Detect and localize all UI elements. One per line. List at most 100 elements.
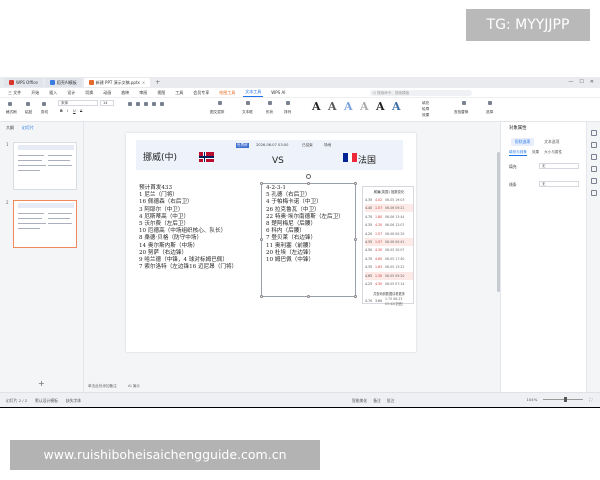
resize-handle[interactable] [260,238,263,241]
format-painter-icon[interactable] [8,102,12,106]
animation-icon[interactable] [591,154,597,160]
norway-flag-icon [199,152,214,162]
find-replace-icon[interactable] [462,101,466,105]
menu-view[interactable]: 视图 [155,89,167,97]
versus-label: VS [272,156,284,166]
current-slide[interactable]: 世界杯 2026-06-07 03:00 已结束 场地 挪威(中) VS 法国 … [126,133,416,352]
match-time: 2026-06-07 03:00 [256,143,289,147]
underline-button[interactable]: U [73,109,76,113]
justify-icon[interactable] [152,102,156,106]
smart-beautify-button[interactable]: 智能美化 [352,398,367,404]
fill-select[interactable]: 无 [539,163,579,169]
properties-icon[interactable] [591,130,597,136]
select-icon[interactable] [488,101,492,105]
cut-label: 剪切 [41,110,49,114]
menu-design[interactable]: 设计 [65,89,77,97]
resize-handle[interactable] [260,182,263,185]
menu-member[interactable]: 会员专享 [191,89,211,97]
share-icon[interactable] [591,178,597,184]
menu-home[interactable]: 开始 [29,89,41,97]
menu-wps-ai[interactable]: WPS AI [269,89,287,96]
line-select[interactable]: 无 [539,181,579,187]
more-icon[interactable] [591,190,597,196]
bold-button[interactable]: B [60,109,63,113]
zoom-slider[interactable] [543,397,584,402]
paste-icon[interactable] [26,102,30,106]
effect-subtab[interactable]: 效果 [532,150,539,156]
menu-animation[interactable]: 动画 [101,89,113,97]
design-icon[interactable] [591,142,597,148]
slide-thumbnail-1[interactable] [13,142,77,190]
new-tab-button[interactable]: + [152,79,163,86]
fit-window-icon[interactable]: ⛶ [589,397,592,402]
menu-drawing-tools[interactable]: 绘图工具 [217,89,237,97]
align-left-icon[interactable] [128,102,132,106]
textbox-label: 文本框 [242,110,253,114]
shape-options-tab[interactable]: 形状选项 [511,138,535,146]
size-props-subtab[interactable]: 大小与属性 [544,150,562,156]
align-right-icon[interactable] [144,102,148,106]
notes-placeholder[interactable]: 单击此处添加备注 [88,384,117,389]
odds-table-image[interactable]: 威廉(英国) 指数变化 4.35 4.02 06-05 19:03 4.40 1.57 0… [362,186,414,306]
image-text-icon[interactable] [218,101,222,105]
resize-handle[interactable] [354,295,357,298]
theme-name[interactable]: 默认设计模板 [35,398,58,404]
home-lineup-textbox[interactable]: 预计首发433 1 尼兰（门将） 16 佩德森（右后卫） 3 阿耶尔（中卫） 4… [139,185,259,271]
zoom-slider-thumb[interactable] [563,397,567,402]
line-spacing-icon[interactable] [160,102,164,106]
rotate-handle-icon[interactable] [306,174,311,179]
lineup-line: 11 奥利塞（前腰） [266,242,315,249]
notes-toggle[interactable]: 备注 [373,398,381,404]
tab-document[interactable]: 新建 PPT 演示文稿.pptx ✕ [83,78,151,87]
menu-review[interactable]: 审阅 [137,89,149,97]
ai-presentation-button[interactable]: AI 演示 [128,384,140,389]
cut-icon[interactable] [42,102,46,106]
text-outline-button[interactable]: 轮廓 [422,107,429,112]
menu-file[interactable]: 三 文件 [6,89,23,97]
odds-cell: 1.80 [375,214,383,219]
fill-line-subtab[interactable]: 填充与线条 [509,150,527,156]
menu-transition[interactable]: 切换 [83,89,95,97]
menu-insert[interactable]: 插入 [47,89,59,97]
away-lineup-textbox[interactable]: 4-2-3-1 5 孔德（右后卫） 4 于帕梅卡诺（中卫） 26 拉克鲁瓦（中卫… [266,185,361,264]
text-fill-button[interactable]: 填充 [422,101,429,106]
missing-font-notice[interactable]: 缺失字体 [66,398,81,404]
align-center-icon[interactable] [136,102,140,106]
menu-tools[interactable]: 工具 [173,89,185,97]
wordart-style-5[interactable]: A [376,100,385,113]
shape-icon[interactable] [268,101,272,105]
tab-template[interactable]: 稻壳AI模板 [44,78,82,87]
close-window-icon[interactable]: ✕ [590,79,594,85]
resize-handle[interactable] [260,295,263,298]
wordart-style-4[interactable]: A [360,100,369,113]
wordart-style-1[interactable]: A [312,100,321,113]
strike-button[interactable]: S [80,109,82,113]
resize-handle[interactable] [307,295,310,298]
tab-wps-office[interactable]: WPS Office [4,78,43,87]
odds-row: 4.70 1.80 06-06 13:44 [365,213,413,221]
font-select[interactable]: 宋体 [58,100,98,106]
odds-cell: 4.20 [365,231,373,236]
comment-icon[interactable] [591,166,597,172]
outline-tab[interactable]: 大纲 [6,125,14,131]
slides-tab[interactable]: 幻灯片 [22,125,34,131]
wordart-style-2[interactable]: A [328,100,337,113]
font-size-select[interactable]: 14 [100,100,114,106]
menu-text-tools[interactable]: 文本工具 [243,88,264,97]
text-effect-button[interactable]: 效果 [422,113,429,118]
command-search-input[interactable]: Q 搜索命令、搜索模板 [370,90,472,96]
wordart-style-6[interactable]: A [392,100,401,113]
arrange-icon[interactable] [286,101,290,105]
comments-toggle[interactable]: 批注 [387,398,395,404]
text-options-tab[interactable]: 文本选项 [540,138,563,146]
menu-slideshow[interactable]: 放映 [119,89,131,97]
maximize-icon[interactable]: ☐ [579,79,583,85]
italic-button[interactable]: I [67,109,68,113]
add-slide-button[interactable]: + [38,379,45,388]
wordart-style-3[interactable]: A [344,100,353,113]
minimize-icon[interactable]: — [568,79,573,85]
textbox-icon[interactable] [246,101,250,105]
slide-thumbnail-2[interactable] [13,200,77,248]
close-tab-icon[interactable]: ✕ [142,80,145,85]
lineup-line: 16 佩德森（右后卫） [139,199,193,206]
